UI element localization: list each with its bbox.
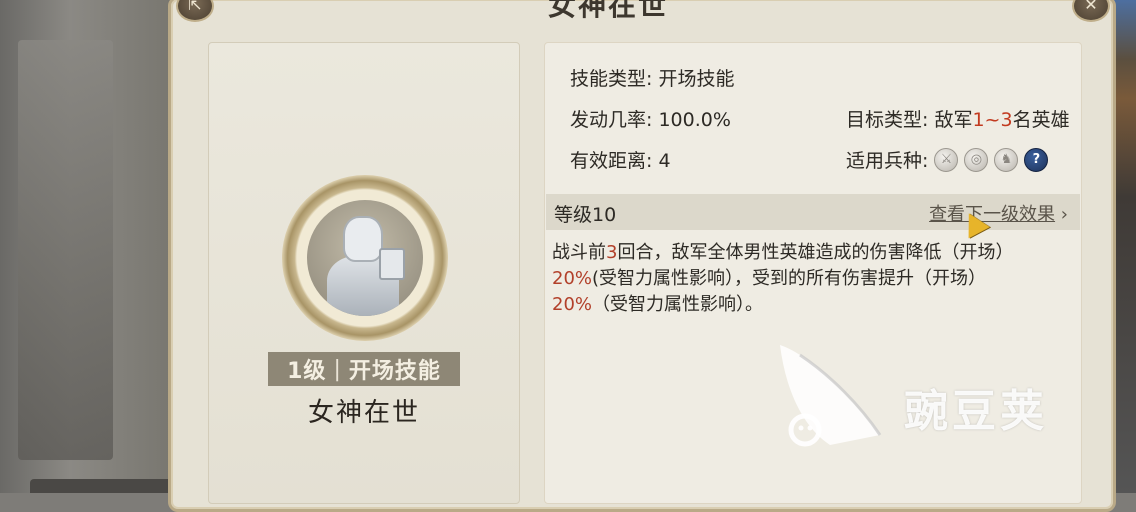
- skill-type-row: 技能类型: 开场技能: [570, 68, 735, 90]
- target-type-row: 目标类型: 敌军1~3名英雄: [846, 105, 1070, 132]
- description-line-2: 20%(受智力属性影响），受到的所有伤害提升（开场）: [552, 268, 987, 289]
- chevron-right-icon: ›: [1060, 204, 1068, 225]
- skill-level: 1级: [287, 359, 327, 384]
- horse-icon: ♞: [994, 147, 1019, 172]
- view-next-level-link[interactable]: 查看下一级效果 ›: [929, 200, 1068, 226]
- range-row: 有效距离: 4: [570, 150, 671, 172]
- help-icon[interactable]: ?: [1024, 147, 1049, 172]
- dialog-title: 女神在世: [548, 0, 669, 22]
- skill-medallion: [282, 175, 448, 341]
- view-next-level-text: 一级效果: [983, 204, 1056, 225]
- close-icon: ✕: [1084, 0, 1098, 14]
- description-line-1: 战斗前3回合，敌军全体男性英雄造成的伤害降低（开场）: [552, 242, 1014, 263]
- skill-portrait: [307, 200, 423, 316]
- skill-type-badge: 开场技能: [348, 359, 441, 384]
- troop-types-row: 适用兵种: ⚔ ◎ ♞ ?: [846, 146, 1049, 173]
- skill-description: 战斗前3回合，敌军全体男性英雄造成的伤害降低（开场） 20%(受智力属性影响），…: [552, 240, 1072, 318]
- trigger-rate-row: 发动几率: 100.0%: [570, 109, 731, 131]
- target-type-suffix: 名英雄: [1012, 109, 1070, 131]
- skill-name: 女神在世: [307, 398, 420, 428]
- shield-icon: ◎: [964, 147, 989, 172]
- goddess-figure-cup: [379, 248, 405, 280]
- goddess-figure-head: [343, 216, 383, 262]
- skill-level-text: 等级10: [554, 204, 617, 226]
- sword-icon: ⚔: [934, 147, 959, 172]
- background-blur: [18, 40, 113, 460]
- skill-level-badge: 1级 | 开场技能: [268, 352, 460, 386]
- troop-types-label: 适用兵种:: [846, 150, 929, 172]
- background-left: [0, 0, 175, 493]
- target-type-prefix: 目标类型: 敌军: [846, 109, 973, 131]
- level-bar: 等级10 查看下一级效果 ›: [546, 194, 1080, 230]
- share-icon: ⇱: [188, 0, 202, 14]
- target-count: 1~3: [972, 109, 1013, 131]
- description-line-3: 20%（受智力属性影响）。: [552, 294, 764, 315]
- badge-separator: |: [333, 356, 342, 382]
